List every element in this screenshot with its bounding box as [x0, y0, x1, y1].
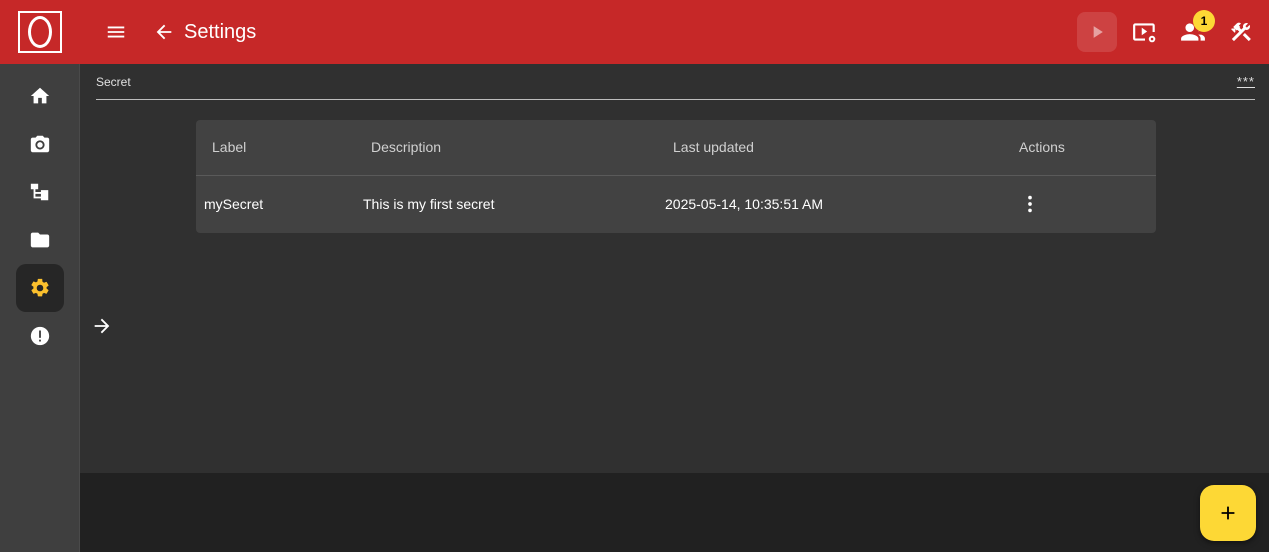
logo[interactable] — [0, 0, 80, 64]
plus-icon — [1221, 506, 1235, 520]
secret-field[interactable]: Secret *** — [96, 64, 1255, 100]
notification-badge: 1 — [1193, 10, 1215, 32]
sidebar-item-alerts[interactable] — [16, 312, 64, 360]
app: Settings 1 Secret *** Label Description … — [0, 0, 1269, 552]
app-header: Settings 1 — [80, 0, 1269, 64]
secret-field-label: Secret — [96, 75, 131, 89]
video-settings-button[interactable] — [1125, 12, 1165, 52]
column-header-label[interactable]: Label — [212, 139, 246, 155]
expand-panel-button[interactable] — [90, 314, 114, 338]
folder-icon — [30, 232, 50, 248]
logo-icon — [18, 11, 62, 53]
table-header: Label Description Last updated Actions — [196, 120, 1156, 176]
cell-label: mySecret — [204, 196, 264, 212]
row-actions-button[interactable] — [1018, 192, 1042, 216]
back-button[interactable] — [152, 20, 176, 44]
cell-description: This is my first secret — [363, 196, 495, 212]
main-content: Secret *** Label Description Last update… — [80, 64, 1269, 473]
cell-last-updated: 2025-05-14, 10:35:51 AM — [665, 196, 824, 212]
column-header-actions: Actions — [1019, 139, 1065, 155]
arrow-right-icon — [94, 318, 110, 334]
camera-icon — [30, 135, 50, 153]
column-header-description[interactable]: Description — [371, 139, 441, 155]
tools-icon — [1231, 22, 1251, 42]
page-title: Settings — [184, 20, 257, 43]
add-secret-button[interactable] — [1200, 485, 1256, 541]
sidebar-item-settings[interactable] — [16, 264, 64, 312]
users-button[interactable]: 1 — [1173, 10, 1215, 52]
play-button[interactable] — [1077, 12, 1117, 52]
menu-button[interactable] — [104, 20, 128, 44]
sidebar — [0, 0, 80, 552]
hierarchy-icon — [30, 183, 49, 201]
sidebar-item-home[interactable] — [16, 72, 64, 120]
menu-icon — [107, 26, 125, 38]
gear-icon — [31, 278, 49, 297]
sidebar-item-folder[interactable] — [16, 216, 64, 264]
alert-icon — [30, 326, 50, 346]
secrets-table: Label Description Last updated Actions m… — [196, 120, 1156, 233]
table-row[interactable]: mySecret This is my first secret 2025-05… — [196, 176, 1156, 232]
secret-visibility-toggle[interactable]: *** — [1237, 74, 1255, 89]
arrow-left-icon — [156, 24, 172, 40]
column-header-last-updated[interactable]: Last updated — [673, 139, 754, 155]
more-vertical-icon — [1028, 195, 1032, 213]
sidebar-item-hierarchy[interactable] — [16, 168, 64, 216]
sidebar-nav — [0, 72, 80, 360]
video-settings-icon — [1133, 23, 1156, 43]
tools-button[interactable] — [1221, 12, 1261, 52]
home-icon — [30, 87, 50, 104]
header-actions: 1 — [1077, 0, 1269, 64]
sidebar-item-camera[interactable] — [16, 120, 64, 168]
play-icon — [1093, 26, 1103, 38]
